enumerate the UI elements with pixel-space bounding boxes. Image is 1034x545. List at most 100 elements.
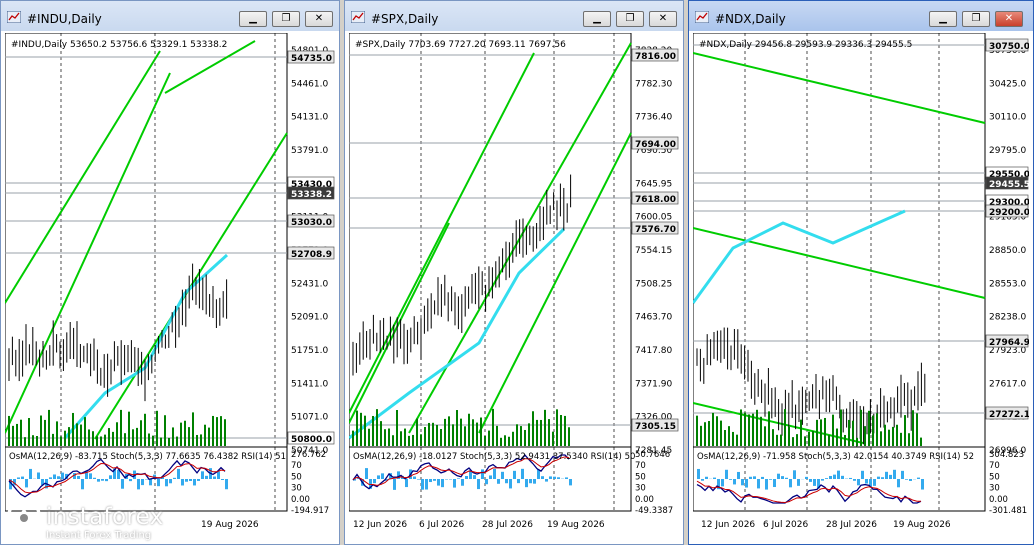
price-chart[interactable]: #NDX,Daily 29456.8 29593.9 29336.3 29455… (693, 33, 1029, 539)
level-tag-label: 7618.00 (635, 195, 676, 205)
price-chart[interactable]: #SPX,Daily 7703.69 7727.20 7693.11 7697.… (349, 33, 679, 539)
minimize-button[interactable]: ▁ (583, 11, 611, 27)
osma-bar (705, 476, 708, 479)
oscillator-axis-label: 50.7646 (635, 450, 670, 460)
oscillator-axis-label: 50 (291, 472, 302, 482)
price-axis-label: 28238.0 (989, 313, 1026, 323)
close-button[interactable]: ✕ (305, 11, 333, 27)
price-axis-label: 7554.15 (635, 246, 672, 256)
watermark-name: instaforex (46, 504, 164, 530)
level-tag-label: 7694.00 (635, 140, 676, 150)
price-axis-label: 7736.40 (635, 113, 672, 123)
osma-bar (25, 479, 28, 488)
osma-bar (765, 479, 768, 490)
osma-bar (433, 479, 436, 481)
osma-bar (849, 477, 852, 479)
level-tag-label: 53338.2 (291, 190, 332, 200)
osma-bar (785, 477, 788, 479)
osma-bar (137, 479, 140, 490)
osma-bar (437, 479, 440, 486)
minimize-button[interactable]: ▁ (929, 11, 957, 27)
osma-bar (781, 476, 784, 479)
chart-window-indu[interactable]: #INDU,Daily ▁ ❐ ✕ #INDU,Daily 53650.2 53… (0, 0, 340, 545)
price-axis-label: 7508.25 (635, 279, 672, 289)
restore-button[interactable]: ❐ (616, 11, 644, 27)
osma-bar (173, 477, 176, 479)
osma-bar (465, 476, 468, 479)
osma-bar (441, 479, 444, 488)
instaforex-watermark: instaforex Instant Forex Trading (6, 500, 206, 542)
osma-bar (489, 475, 492, 479)
level-tag-label: 7305.15 (635, 422, 676, 432)
osma-bar (529, 479, 532, 484)
osma-bar (429, 479, 432, 483)
osma-bar (417, 479, 420, 480)
osma-bar (565, 477, 568, 479)
osma-bar (201, 471, 204, 479)
restore-button[interactable]: ❐ (962, 11, 990, 27)
osma-bar (921, 479, 924, 490)
price-axis-label: 7417.80 (635, 346, 672, 356)
price-axis-label: 28553.0 (989, 279, 1026, 289)
oscillator-info-line: OsMA(12,26,9) -83.715 Stoch(5,3,3) 77.66… (9, 452, 286, 462)
minimize-button[interactable]: ▁ (239, 11, 267, 27)
chart-window-icon (695, 11, 709, 23)
osma-bar (177, 468, 180, 479)
osma-bar (761, 476, 764, 479)
restore-button[interactable]: ❐ (272, 11, 300, 27)
close-button[interactable]: ✕ (649, 11, 677, 27)
price-axis-label: 51411.0 (291, 379, 328, 389)
osma-bar (365, 468, 368, 479)
price-axis-label: 54131.0 (291, 113, 328, 123)
osma-bar (873, 479, 876, 486)
osma-bar (425, 479, 428, 490)
price-axis-label: 30425.0 (989, 79, 1026, 89)
osma-bar (393, 479, 396, 490)
osma-bar (77, 475, 80, 479)
level-tag-label: 7816.00 (635, 52, 676, 62)
osma-bar (549, 476, 552, 479)
osma-bar (541, 476, 544, 479)
osma-bar (37, 472, 40, 479)
osma-bar (853, 479, 856, 481)
osma-bar (905, 479, 908, 480)
title-bar[interactable]: #SPX,Daily ▁ ❐ ✕ (345, 1, 683, 31)
level-tag-label: 27272.1 (989, 410, 1029, 420)
osma-bar (53, 474, 56, 479)
oscillator-axis-label: 0.00 (989, 495, 1008, 505)
osma-bar (757, 479, 760, 489)
osma-bar (745, 479, 748, 488)
chart-window-ndx[interactable]: #NDX,Daily ▁ ❐ ✕ #NDX,Daily 29456.8 2959… (688, 0, 1034, 545)
symbol-info-line: #SPX,Daily 7703.69 7727.20 7693.11 7697.… (355, 40, 566, 50)
osma-bar (165, 479, 168, 487)
oscillator-axis-label: 30 (635, 484, 646, 494)
osma-bar (721, 479, 724, 487)
osma-bar (909, 479, 912, 481)
close-button[interactable]: ✕ (995, 11, 1023, 27)
osma-bar (129, 479, 132, 482)
level-tag-label: 50800.0 (291, 435, 332, 445)
date-axis-label: 12 Jun 2026 (353, 520, 407, 530)
osma-bar (501, 471, 504, 479)
window-title: #INDU,Daily (27, 12, 102, 26)
osma-bar (89, 473, 92, 479)
price-chart[interactable]: #INDU,Daily 53650.2 53756.6 53329.1 5333… (5, 33, 335, 539)
osma-bar (149, 479, 152, 486)
title-bar[interactable]: #NDX,Daily ▁ ❐ ✕ (689, 1, 1033, 31)
osma-bar (829, 475, 832, 479)
osma-bar (833, 474, 836, 479)
window-title: #SPX,Daily (371, 12, 439, 26)
osma-bar (525, 479, 528, 488)
osma-bar (197, 479, 200, 481)
chart-window-spx[interactable]: #SPX,Daily ▁ ❐ ✕ #SPX,Daily 7703.69 7727… (344, 0, 684, 545)
osma-bar (453, 479, 456, 488)
osma-bar (821, 479, 824, 481)
price-axis-label: 7371.90 (635, 379, 672, 389)
chart-window-icon (7, 11, 21, 23)
title-bar[interactable]: #INDU,Daily ▁ ❐ ✕ (1, 1, 339, 31)
osma-bar (733, 479, 736, 485)
date-axis-label: 28 Jul 2026 (482, 520, 533, 530)
osma-bar (825, 478, 828, 479)
osma-bar (713, 477, 716, 479)
level-tag-label: 7576.70 (635, 225, 676, 235)
